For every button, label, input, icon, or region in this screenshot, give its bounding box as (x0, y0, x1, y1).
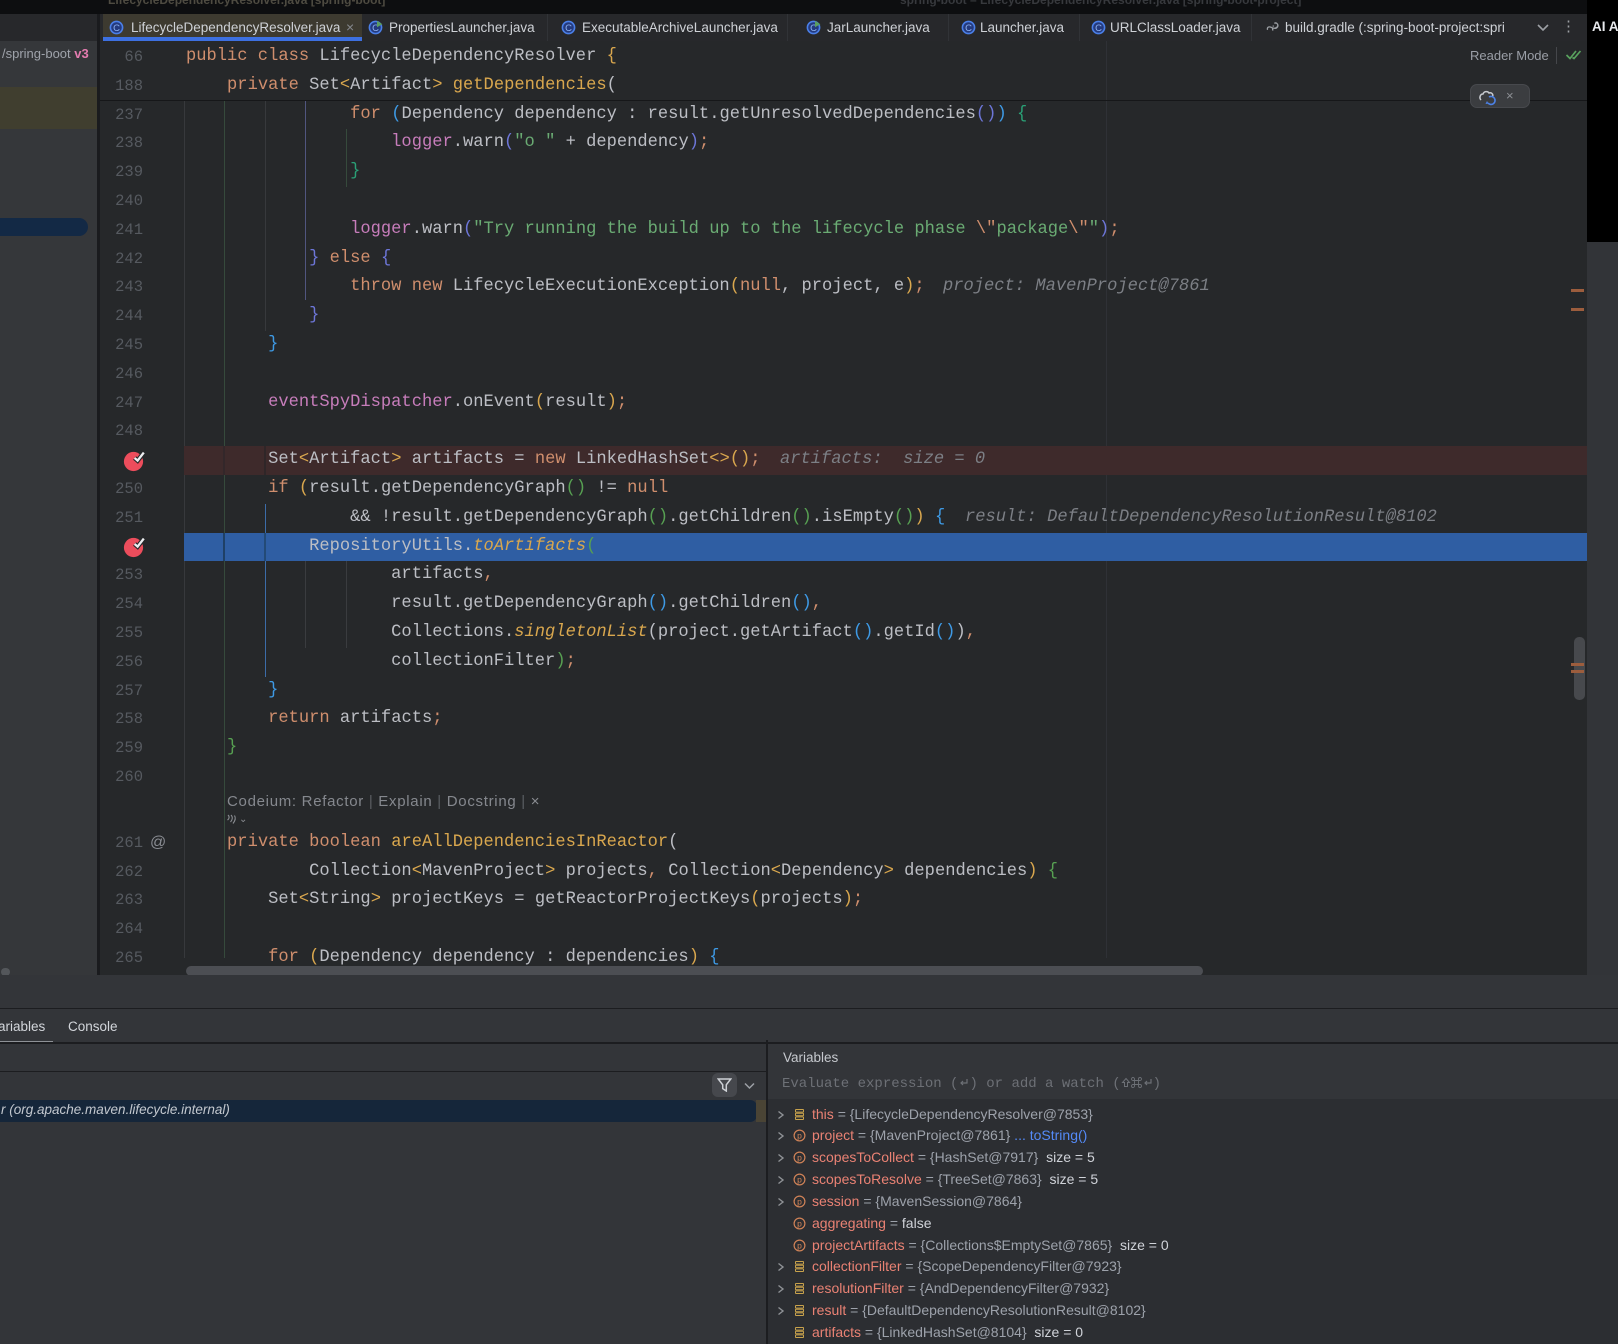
svg-text:p: p (797, 1131, 802, 1141)
svg-text:p: p (797, 1153, 802, 1163)
svg-text:p: p (797, 1218, 802, 1228)
svg-text:C: C (113, 23, 120, 34)
svg-text:p: p (797, 1196, 802, 1206)
svg-text:p: p (797, 1175, 802, 1185)
svg-text:p: p (797, 1240, 802, 1250)
svg-text:C: C (565, 23, 572, 34)
